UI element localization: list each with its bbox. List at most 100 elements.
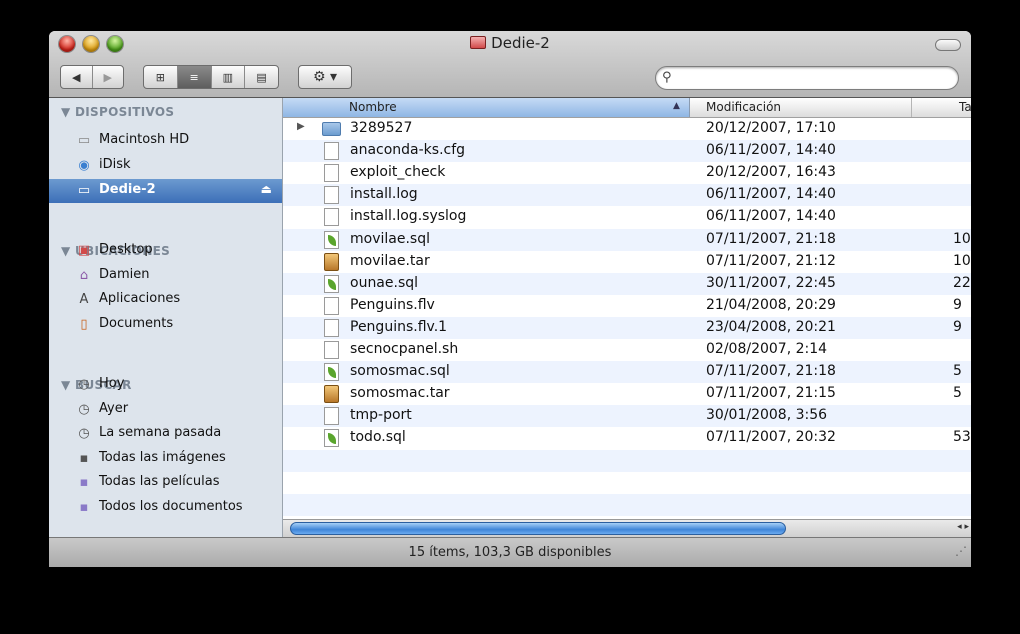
file-row[interactable]: ounae.sql 30/11/2007, 22:45 22: [283, 272, 971, 295]
icon-view-button[interactable]: ⊞: [144, 66, 178, 88]
file-row[interactable]: install.log 06/11/2007, 14:40: [283, 184, 971, 207]
window-title: Dedie-2: [49, 34, 971, 52]
file-modified-date: 20/12/2007, 17:10: [706, 120, 836, 136]
doc-file-icon: [324, 164, 339, 183]
sidebar-item-label: Todas las imágenes: [99, 450, 226, 465]
file-modified-date: 23/04/2008, 20:21: [706, 318, 836, 335]
back-forward-control: ◀ ▶: [60, 65, 124, 89]
file-size: 10: [953, 230, 971, 247]
empty-row: [283, 449, 971, 472]
sidebar-item-todas-las-pel-culas[interactable]: ▪ Todas las películas: [49, 471, 282, 495]
action-menu-button[interactable]: ⚙ ▾: [298, 65, 352, 89]
file-modified-date: 07/11/2007, 21:15: [706, 385, 836, 402]
file-row[interactable]: somosmac.sql 07/11/2007, 21:18 5: [283, 361, 971, 384]
file-size: 53: [953, 429, 971, 446]
gear-icon: ⚙ ▾: [312, 69, 338, 85]
disclosure-triangle-icon[interactable]: ▶: [297, 121, 305, 132]
sidebar-item-desktop[interactable]: ▣ Desktop: [49, 239, 282, 263]
sidebar-item-hoy[interactable]: ◷ Hoy: [49, 373, 282, 397]
toolbar-toggle-button[interactable]: [935, 39, 961, 51]
folder-file-icon: [322, 122, 341, 136]
doc-file-icon: [324, 208, 339, 227]
sidebar-item-dedie-2[interactable]: ▭ Dedie-2 ⏏: [49, 179, 282, 203]
back-icon: ◀: [72, 70, 81, 84]
file-row[interactable]: secnocpanel.sh 02/08/2007, 2:14: [283, 339, 971, 361]
sidebar-item-icon: ◷: [78, 377, 90, 392]
file-modified-date: 06/11/2007, 14:40: [706, 208, 836, 225]
file-row[interactable]: tmp-port 30/01/2008, 3:56: [283, 405, 971, 428]
sidebar-item-aplicaciones[interactable]: A Aplicaciones: [49, 288, 282, 312]
file-name: todo.sql: [350, 429, 406, 446]
forward-button[interactable]: ▶: [93, 66, 124, 88]
sidebar-item-label: Dedie-2: [99, 182, 156, 197]
search-icon: ⚲: [662, 70, 672, 85]
file-size: 5: [953, 385, 962, 402]
eject-icon[interactable]: ⏏: [261, 182, 272, 196]
file-row[interactable]: anaconda-ks.cfg 06/11/2007, 14:40: [283, 140, 971, 163]
file-row[interactable]: ▶ 3289527 20/12/2007, 17:10: [283, 118, 971, 140]
column-name-label: Nombre: [349, 100, 397, 114]
file-row[interactable]: somosmac.tar 07/11/2007, 21:15 5: [283, 383, 971, 405]
doc-file-icon: [324, 407, 339, 426]
doc-file-icon: [324, 296, 339, 315]
file-name: install.log: [350, 186, 418, 203]
column-header-size[interactable]: Ta: [959, 100, 971, 114]
sidebar-item-label: Damien: [99, 267, 150, 282]
sidebar-item-label: Desktop: [99, 242, 153, 257]
column-header-modified[interactable]: Modificación: [706, 100, 781, 114]
sidebar-section-header[interactable]: ▼ DISPOSITIVOS: [61, 105, 174, 119]
file-modified-date: 30/11/2007, 22:45: [706, 274, 836, 291]
column-divider[interactable]: [911, 98, 912, 117]
file-row[interactable]: install.log.syslog 06/11/2007, 14:40: [283, 206, 971, 228]
file-row[interactable]: movilae.tar 07/11/2007, 21:12 104: [283, 251, 971, 273]
sidebar-item-icon: ◉: [78, 158, 90, 173]
title-bar: Dedie-2 ◀ ▶ ⊞ ≡ ▥ ▤ ⚙ ▾ ⚲: [49, 31, 971, 98]
back-button[interactable]: ◀: [61, 66, 93, 88]
empty-row: [283, 493, 971, 516]
file-name: ounae.sql: [350, 274, 419, 291]
file-name: exploit_check: [350, 164, 446, 181]
sidebar-item-label: iDisk: [99, 157, 131, 172]
sidebar-item-todas-las-im-genes[interactable]: ▪ Todas las imágenes: [49, 447, 282, 471]
forward-icon: ▶: [103, 70, 112, 84]
file-name: movilae.tar: [350, 252, 430, 269]
sidebar-item-label: Aplicaciones: [99, 291, 181, 306]
file-modified-date: 02/08/2007, 2:14: [706, 341, 828, 357]
file-list: Nombre ▲ Modificación Ta ▶ 3289527 20/12/2…: [283, 98, 971, 520]
file-row[interactable]: todo.sql 07/11/2007, 20:32 53: [283, 427, 971, 449]
sidebar-item-icon: ◷: [78, 426, 90, 441]
list-view-button[interactable]: ≡: [177, 66, 212, 88]
scrollbar-thumb[interactable]: [290, 522, 786, 535]
archive-file-icon: [324, 252, 339, 271]
file-row[interactable]: Penguins.flv 21/04/2008, 20:29 9: [283, 295, 971, 317]
search-input[interactable]: [680, 69, 952, 89]
sidebar-item-macintosh-hd[interactable]: ▭ Macintosh HD: [49, 129, 282, 153]
file-row[interactable]: exploit_check 20/12/2007, 16:43: [283, 162, 971, 184]
file-row[interactable]: Penguins.flv.1 23/04/2008, 20:21 9: [283, 316, 971, 339]
sidebar-item-label: Hoy: [99, 376, 125, 391]
column-view-button[interactable]: ▥: [212, 66, 246, 88]
sidebar-item-icon: ▪: [79, 500, 89, 515]
file-name: movilae.sql: [350, 230, 430, 247]
sidebar-item-label: La semana pasada: [99, 425, 222, 440]
horizontal-scrollbar[interactable]: ◂ ▸: [283, 519, 971, 538]
coverflow-view-button[interactable]: ▤: [245, 66, 278, 88]
sidebar-item-todos-los-documentos[interactable]: ▪ Todos los documentos: [49, 496, 282, 520]
file-modified-date: 07/11/2007, 21:18: [706, 230, 836, 247]
file-row[interactable]: movilae.sql 07/11/2007, 21:18 10: [283, 228, 971, 251]
sidebar-item-la-semana-pasada[interactable]: ◷ La semana pasada: [49, 422, 282, 446]
sidebar-item-damien[interactable]: ⌂ Damien: [49, 264, 282, 288]
sidebar-item-documents[interactable]: ▯ Documents: [49, 313, 282, 337]
column-header-name[interactable]: Nombre ▲: [283, 98, 690, 117]
file-modified-date: 06/11/2007, 14:40: [706, 186, 836, 203]
sidebar-item-idisk[interactable]: ◉ iDisk: [49, 154, 282, 178]
drive-icon: [470, 36, 487, 49]
sidebar-item-ayer[interactable]: ◷ Ayer: [49, 398, 282, 422]
sort-ascending-icon: ▲: [673, 101, 680, 111]
sql-file-icon: [324, 230, 339, 249]
resize-grip-icon[interactable]: ⋰: [955, 536, 967, 566]
search-field[interactable]: ⚲: [655, 66, 959, 90]
file-name: install.log.syslog: [350, 208, 467, 225]
sidebar-item-icon: ▪: [79, 451, 89, 466]
scroll-arrows[interactable]: ◂ ▸: [957, 522, 969, 532]
